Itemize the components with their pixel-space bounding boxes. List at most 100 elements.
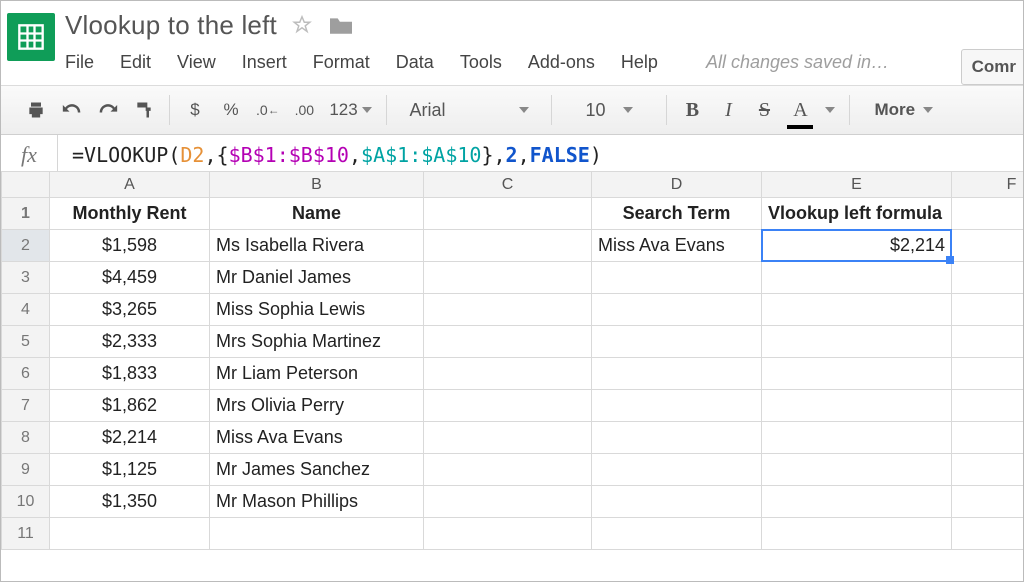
cell[interactable] (592, 294, 762, 326)
cell[interactable] (952, 518, 1024, 550)
cell[interactable] (762, 518, 952, 550)
cell[interactable] (762, 454, 952, 486)
cell[interactable] (424, 262, 592, 294)
row-header[interactable]: 3 (2, 262, 50, 294)
cell[interactable]: Mr Mason Phillips (210, 486, 424, 518)
cell[interactable] (952, 198, 1024, 230)
cell[interactable]: $1,862 (50, 390, 210, 422)
col-header-B[interactable]: B (210, 172, 424, 198)
cell[interactable] (592, 422, 762, 454)
menu-data[interactable]: Data (396, 52, 434, 73)
row-header[interactable]: 5 (2, 326, 50, 358)
menu-help[interactable]: Help (621, 52, 658, 73)
col-header-C[interactable]: C (424, 172, 592, 198)
cell-active[interactable]: $2,214 (762, 230, 952, 262)
cell[interactable] (952, 294, 1024, 326)
cell[interactable]: Miss Ava Evans (592, 230, 762, 262)
cell[interactable] (424, 422, 592, 454)
format-percent-button[interactable]: % (220, 95, 242, 125)
cell[interactable]: Mr Daniel James (210, 262, 424, 294)
cell[interactable]: Vlookup left formula (762, 198, 952, 230)
cell[interactable] (424, 518, 592, 550)
cell[interactable] (424, 454, 592, 486)
cell[interactable] (424, 390, 592, 422)
row-header[interactable]: 7 (2, 390, 50, 422)
cell[interactable] (762, 390, 952, 422)
cell[interactable] (424, 230, 592, 262)
cell[interactable] (762, 294, 952, 326)
cell[interactable]: Mr Liam Peterson (210, 358, 424, 390)
cell[interactable] (592, 486, 762, 518)
doc-title[interactable]: Vlookup to the left (65, 10, 277, 41)
number-format-button[interactable]: 123 (329, 95, 372, 125)
format-currency-button[interactable]: $ (184, 95, 206, 125)
cell[interactable]: Search Term (592, 198, 762, 230)
cell[interactable]: Monthly Rent (50, 198, 210, 230)
cell[interactable]: Miss Ava Evans (210, 422, 424, 454)
menu-format[interactable]: Format (313, 52, 370, 73)
font-family-select[interactable]: Arial (401, 95, 537, 125)
undo-icon[interactable] (61, 95, 83, 125)
cell[interactable] (762, 358, 952, 390)
sheets-logo[interactable] (7, 13, 55, 61)
cell[interactable]: Miss Sophia Lewis (210, 294, 424, 326)
menu-insert[interactable]: Insert (242, 52, 287, 73)
cell[interactable]: $3,265 (50, 294, 210, 326)
more-button[interactable]: More (864, 100, 943, 120)
cell[interactable] (952, 358, 1024, 390)
menu-edit[interactable]: Edit (120, 52, 151, 73)
print-icon[interactable] (25, 95, 47, 125)
cell[interactable] (762, 422, 952, 454)
col-header-A[interactable]: A (50, 172, 210, 198)
cell[interactable] (592, 358, 762, 390)
cell[interactable] (952, 422, 1024, 454)
row-header[interactable]: 11 (2, 518, 50, 550)
cell[interactable]: $2,214 (50, 422, 210, 454)
menu-tools[interactable]: Tools (460, 52, 502, 73)
cell[interactable] (762, 486, 952, 518)
menu-view[interactable]: View (177, 52, 216, 73)
cell[interactable]: $1,598 (50, 230, 210, 262)
cell[interactable] (592, 454, 762, 486)
cell[interactable] (424, 358, 592, 390)
cell[interactable] (424, 294, 592, 326)
row-header[interactable]: 6 (2, 358, 50, 390)
row-header[interactable]: 1 (2, 198, 50, 230)
row-header[interactable]: 2 (2, 230, 50, 262)
cell[interactable] (952, 326, 1024, 358)
row-header[interactable]: 4 (2, 294, 50, 326)
redo-icon[interactable] (97, 95, 119, 125)
cell[interactable] (762, 326, 952, 358)
comments-button[interactable]: Comr (961, 49, 1024, 85)
col-header-F[interactable]: F (952, 172, 1024, 198)
increase-decimal-button[interactable]: .00 (293, 95, 315, 125)
row-header[interactable]: 10 (2, 486, 50, 518)
cell[interactable] (762, 262, 952, 294)
row-header[interactable]: 8 (2, 422, 50, 454)
cell[interactable] (592, 390, 762, 422)
cell[interactable] (50, 518, 210, 550)
paint-format-icon[interactable] (133, 95, 155, 125)
italic-button[interactable]: I (717, 95, 739, 125)
row-header[interactable]: 9 (2, 454, 50, 486)
cell[interactable]: Mr James Sanchez (210, 454, 424, 486)
cell[interactable]: $1,125 (50, 454, 210, 486)
cell[interactable]: Mrs Olivia Perry (210, 390, 424, 422)
spreadsheet-grid[interactable]: A B C D E F 1 Monthly Rent Name Search T… (1, 171, 1023, 581)
cell[interactable] (952, 390, 1024, 422)
formula-input[interactable]: =VLOOKUP(D2,{$B$1:$B$10,$A$1:$A$10},2,FA… (58, 143, 1023, 167)
menu-file[interactable]: File (65, 52, 94, 73)
star-icon[interactable] (291, 14, 313, 36)
cell[interactable]: $2,333 (50, 326, 210, 358)
col-header-D[interactable]: D (592, 172, 762, 198)
folder-icon[interactable] (327, 14, 355, 36)
cell[interactable]: $4,459 (50, 262, 210, 294)
cell[interactable] (424, 198, 592, 230)
cell[interactable] (592, 518, 762, 550)
cell[interactable]: $1,833 (50, 358, 210, 390)
fx-label[interactable]: fx (1, 135, 58, 175)
cell[interactable] (952, 262, 1024, 294)
font-size-select[interactable]: 10 (566, 95, 652, 125)
col-header-E[interactable]: E (762, 172, 952, 198)
cell[interactable] (952, 230, 1024, 262)
